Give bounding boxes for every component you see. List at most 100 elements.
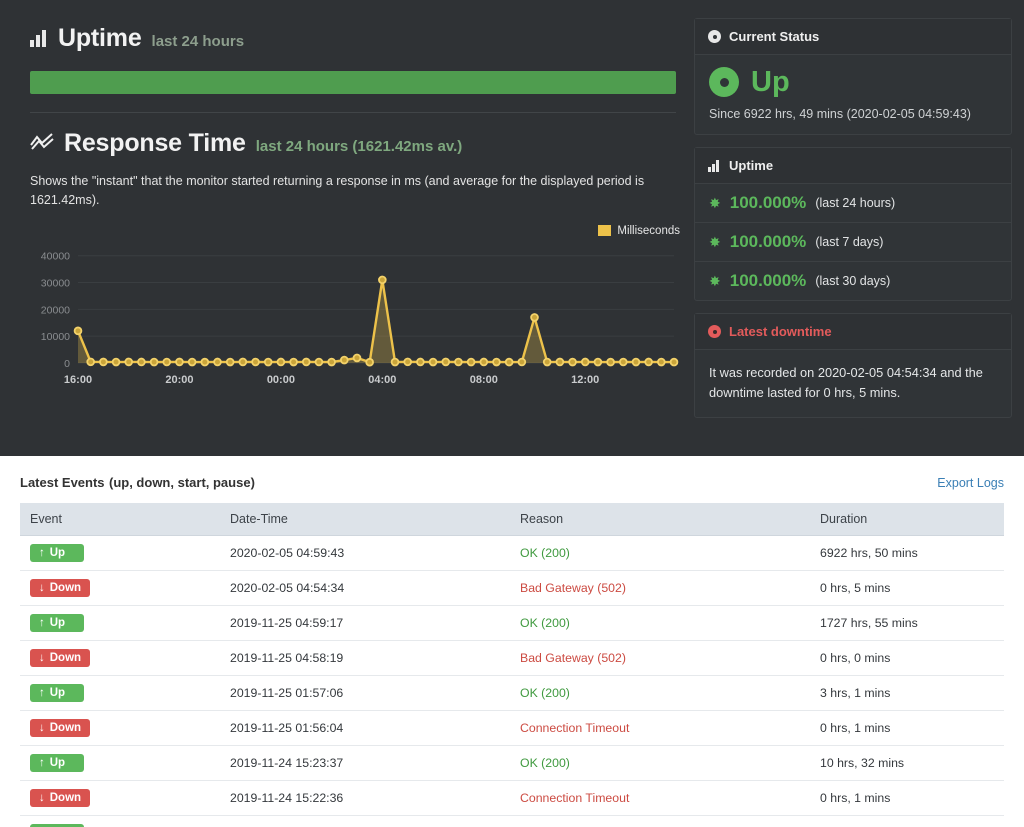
- cell-datetime: 2020-02-05 04:54:34: [220, 570, 510, 606]
- chart-data-point[interactable]: [276, 357, 286, 367]
- chart-data-point[interactable]: [301, 357, 311, 367]
- status-badge-label: Down: [49, 792, 82, 804]
- chart-data-point[interactable]: [517, 357, 527, 367]
- chart-data-point[interactable]: [251, 357, 260, 367]
- chart-data-point[interactable]: [644, 357, 653, 367]
- chart-data-point[interactable]: [657, 357, 666, 367]
- response-time-subtitle: last 24 hours (1621.42ms av.): [255, 138, 463, 155]
- chart-data-point[interactable]: [339, 355, 349, 365]
- chart-data-point[interactable]: [289, 357, 298, 367]
- cell-event: ↓ Down: [20, 640, 220, 676]
- arrow-down-icon: ↓: [39, 652, 45, 664]
- column-header-event[interactable]: Event: [20, 503, 220, 536]
- chart-data-point[interactable]: [492, 357, 501, 367]
- chart-data-point[interactable]: [428, 357, 438, 367]
- chart-data-point[interactable]: [466, 357, 476, 367]
- latest-downtime-panel: Latest downtime It was recorded on 2020-…: [694, 313, 1012, 418]
- y-axis-tick: 40000: [41, 250, 70, 262]
- chart-data-point[interactable]: [314, 357, 324, 367]
- cell-event: ↑Up: [20, 605, 220, 641]
- chart-data-point[interactable]: [365, 357, 374, 367]
- response-time-title: Response Time: [64, 129, 246, 157]
- chart-data-point[interactable]: [618, 357, 628, 367]
- chart-data-point[interactable]: [542, 357, 552, 367]
- chart-data-point[interactable]: [669, 357, 679, 367]
- cell-datetime: 2019-11-24 15:22:36: [220, 780, 510, 816]
- chart-data-point[interactable]: [416, 357, 425, 367]
- response-time-chart[interactable]: Milliseconds 0 10000 20000 30000 40000 16:00 2…: [30, 223, 680, 393]
- chart-data-point[interactable]: [86, 357, 95, 366]
- chart-data-point[interactable]: [327, 357, 336, 367]
- cell-event: ↑ Up: [20, 675, 220, 711]
- chart-data-point[interactable]: [213, 357, 222, 367]
- chart-data-point[interactable]: [454, 357, 463, 367]
- dashboard-left-column: Uptime last 24 hours Response Time last …: [12, 12, 680, 456]
- chart-data-point[interactable]: [149, 357, 159, 367]
- sparkle-icon: ✸: [709, 195, 721, 211]
- chart-data-point[interactable]: [225, 357, 235, 367]
- uptime-row: ✸ 100.000% (last 30 days): [695, 262, 1011, 300]
- bar-chart-icon: [708, 159, 721, 172]
- chart-data-point[interactable]: [73, 326, 83, 335]
- reason-text: Bad Gateway (502): [520, 581, 626, 595]
- cell-event: ↓ Down: [20, 570, 220, 606]
- cell-duration: 5 hrs, 28 mins: [810, 815, 1004, 827]
- status-badge-label: Up: [49, 547, 66, 559]
- chart-data-point[interactable]: [403, 357, 413, 366]
- chart-data-point[interactable]: [175, 357, 184, 367]
- latest-downtime-text: It was recorded on 2020-02-05 04:54:34 a…: [709, 365, 983, 401]
- chart-data-point[interactable]: [504, 357, 514, 367]
- chart-data-point[interactable]: [238, 357, 248, 366]
- export-logs-link[interactable]: Export Logs: [937, 476, 1004, 490]
- chart-data-point[interactable]: [187, 357, 197, 367]
- column-header-datetime[interactable]: Date-Time: [220, 503, 510, 536]
- table-row: ↑ Up 2019-11-25 04:59:17 OK (200) 1727 hrs, …: [20, 605, 1004, 641]
- cell-duration: 1727 hrs, 55 mins: [810, 605, 1004, 641]
- chart-data-point[interactable]: [200, 357, 210, 367]
- uptime-panel-header: Uptime: [695, 148, 1011, 184]
- cell-event: ↓ Down: [20, 710, 220, 746]
- chart-data-point[interactable]: [479, 357, 489, 367]
- chart-data-point[interactable]: [378, 275, 387, 284]
- cell-reason: OK (200): [510, 745, 810, 781]
- arrow-down-icon: ↓: [39, 722, 45, 734]
- status-badge-label: Up: [49, 687, 66, 699]
- chart-data-point[interactable]: [580, 357, 590, 367]
- chart-data-point[interactable]: [162, 357, 172, 367]
- chart-data-point[interactable]: [390, 357, 400, 367]
- chart-data-point[interactable]: [606, 357, 615, 367]
- cell-event: ↑Up: [20, 815, 220, 827]
- uptime-section-header: Uptime last 24 hours: [30, 24, 662, 53]
- chart-data-point[interactable]: [99, 357, 108, 367]
- column-header-reason[interactable]: Reason: [510, 503, 810, 536]
- cell-duration: 0 hrs, 5 mins: [810, 570, 1004, 606]
- chart-data-point[interactable]: [568, 357, 577, 367]
- status-badge-up: ↑ Up: [30, 614, 84, 632]
- chart-data-point[interactable]: [555, 357, 565, 367]
- x-axis-tick: 12:00: [571, 374, 599, 386]
- current-status-body: Up Since 6922 hrs, 49 mins (2020-02-05 0…: [695, 55, 1011, 134]
- latest-events-section: Latest Events (up, down, start, pause) E…: [0, 456, 1024, 827]
- current-status-row: Up: [709, 67, 997, 97]
- column-header-duration[interactable]: Duration: [810, 503, 1004, 536]
- current-status-value: Up: [751, 65, 790, 98]
- events-table-head: Event Date-Time Reason Duration: [20, 503, 1004, 536]
- status-badge-up: ↑ Up: [30, 754, 84, 772]
- section-divider: [30, 112, 676, 113]
- y-axis-tick: 0: [64, 358, 70, 370]
- chart-data-point[interactable]: [352, 353, 362, 362]
- uptime-section-subtitle: last 24 hours: [151, 33, 245, 50]
- chart-data-point[interactable]: [593, 357, 603, 367]
- cell-duration: 0 hrs, 0 mins: [810, 640, 1004, 676]
- chart-data-point[interactable]: [631, 357, 641, 367]
- arrow-up-icon: ↑: [39, 687, 45, 699]
- chart-data-point[interactable]: [441, 357, 451, 366]
- chart-data-point[interactable]: [530, 312, 539, 322]
- chart-data-point[interactable]: [263, 357, 273, 367]
- chart-data-point[interactable]: [137, 357, 146, 367]
- events-table-body: ↑ Up 2020-02-05 04:59:43 OK (200) 6922 hrs, …: [20, 535, 1004, 827]
- chart-data-point[interactable]: [124, 357, 134, 366]
- chart-data-point[interactable]: [111, 357, 121, 367]
- uptime-panel-title: Uptime: [729, 158, 774, 173]
- arrow-down-icon: ↓: [39, 792, 45, 804]
